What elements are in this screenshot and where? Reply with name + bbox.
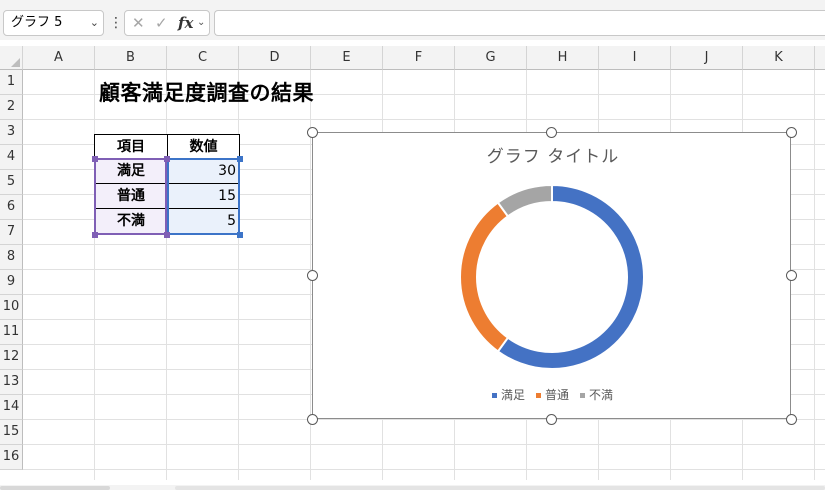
table-header-value[interactable]: 数値 xyxy=(167,134,240,159)
column-header-d[interactable]: D xyxy=(239,46,311,70)
chart-resize-handle-top-left[interactable] xyxy=(307,127,318,138)
table-cell-value-dissatisfied[interactable]: 5 xyxy=(167,208,240,235)
chart-canvas: グラフ タイトル 満足 普通 不満 xyxy=(459,147,645,402)
range-resize-handle[interactable] xyxy=(92,156,98,162)
doughnut-chart[interactable]: グラフ タイトル 満足 普通 不満 xyxy=(312,132,791,419)
doughnut-slices xyxy=(459,183,645,370)
formula-buttons: ✕ ✓ fx ⌄ xyxy=(124,10,210,36)
table-cell-value-neutral[interactable]: 15 xyxy=(167,183,240,209)
doughnut-slice-0[interactable] xyxy=(496,183,645,370)
column-header-partial[interactable] xyxy=(815,46,825,70)
column-header-g[interactable]: G xyxy=(455,46,527,70)
chart-resize-handle-right[interactable] xyxy=(786,270,797,281)
range-resize-handle[interactable] xyxy=(237,156,243,162)
range-resize-handle[interactable] xyxy=(164,232,170,238)
name-box[interactable]: グラフ 5 ⌄ xyxy=(3,10,104,36)
enter-icon[interactable]: ✓ xyxy=(155,11,168,35)
formula-bar: グラフ 5 ⌄ ⋮ ✕ ✓ fx ⌄ xyxy=(0,8,825,40)
name-box-value: グラフ 5 xyxy=(11,15,63,30)
row-header-9[interactable]: 9 xyxy=(0,270,23,295)
horizontal-scrollbar[interactable] xyxy=(0,485,825,490)
doughnut-slice-1[interactable] xyxy=(459,201,510,353)
column-header-k[interactable]: K xyxy=(743,46,815,70)
row-header-6[interactable]: 6 xyxy=(0,195,23,220)
row-header-16[interactable]: 16 xyxy=(0,445,23,470)
row-header-10[interactable]: 10 xyxy=(0,295,23,320)
table-header-item[interactable]: 項目 xyxy=(94,134,168,159)
chevron-down-icon[interactable]: ⌄ xyxy=(197,11,205,35)
select-all-corner[interactable] xyxy=(0,46,23,70)
gridline xyxy=(23,469,825,470)
chart-resize-handle-bottom-left[interactable] xyxy=(307,414,318,425)
column-header-j[interactable]: J xyxy=(671,46,743,70)
more-options-icon[interactable]: ⋮ xyxy=(109,12,123,36)
legend-label-2[interactable]: 不満 xyxy=(589,388,613,402)
formula-input[interactable] xyxy=(214,10,825,36)
row-header-13[interactable]: 13 xyxy=(0,370,23,395)
row-header-5[interactable]: 5 xyxy=(0,170,23,195)
row-header-3[interactable]: 3 xyxy=(0,120,23,145)
column-header-h[interactable]: H xyxy=(527,46,599,70)
table-cell-item-satisfied[interactable]: 満足 xyxy=(94,158,168,184)
column-header-c[interactable]: C xyxy=(167,46,239,70)
table-cell-value-satisfied[interactable]: 30 xyxy=(167,158,240,184)
range-resize-handle[interactable] xyxy=(92,232,98,238)
range-resize-handle[interactable] xyxy=(164,156,170,162)
chart-legend[interactable]: 満足 普通 不満 xyxy=(492,388,613,402)
doughnut-slice-2[interactable] xyxy=(496,183,553,218)
gridline xyxy=(23,444,825,445)
insert-function-icon[interactable]: fx xyxy=(178,11,193,35)
table-cell-item-neutral[interactable]: 普通 xyxy=(94,183,168,209)
row-header-2[interactable]: 2 xyxy=(0,95,23,120)
legend-swatch-1 xyxy=(536,393,541,398)
chart-resize-handle-left[interactable] xyxy=(307,270,318,281)
legend-swatch-0 xyxy=(492,393,497,398)
scrollbar-thumb[interactable] xyxy=(175,486,825,490)
cancel-icon[interactable]: ✕ xyxy=(132,11,145,35)
row-header-8[interactable]: 8 xyxy=(0,245,23,270)
column-header-i[interactable]: I xyxy=(599,46,671,70)
column-header-b[interactable]: B xyxy=(95,46,167,70)
column-header-a[interactable]: A xyxy=(23,46,95,70)
table-cell-item-dissatisfied[interactable]: 不満 xyxy=(94,208,168,235)
range-resize-handle[interactable] xyxy=(237,232,243,238)
row-header-7[interactable]: 7 xyxy=(0,220,23,245)
column-header-e[interactable]: E xyxy=(311,46,383,70)
legend-label-1[interactable]: 普通 xyxy=(545,388,569,402)
gridline xyxy=(23,119,825,120)
column-header-f[interactable]: F xyxy=(383,46,455,70)
chevron-down-icon[interactable]: ⌄ xyxy=(90,11,99,35)
row-header-14[interactable]: 14 xyxy=(0,395,23,420)
chart-resize-handle-top-right[interactable] xyxy=(786,127,797,138)
row-header-15[interactable]: 15 xyxy=(0,420,23,445)
sheet-title[interactable]: 顧客満足度調査の結果 xyxy=(99,77,314,107)
chart-resize-handle-top[interactable] xyxy=(546,127,557,138)
row-header-12[interactable]: 12 xyxy=(0,345,23,370)
legend-swatch-2 xyxy=(580,393,585,398)
chart-resize-handle-bottom-right[interactable] xyxy=(786,414,797,425)
legend-label-0[interactable]: 満足 xyxy=(501,388,525,402)
window-top-strip xyxy=(0,0,825,8)
chart-resize-handle-bottom[interactable] xyxy=(546,414,557,425)
row-header-4[interactable]: 4 xyxy=(0,145,23,170)
select-all-triangle-icon xyxy=(11,58,20,67)
row-header-1[interactable]: 1 xyxy=(0,70,23,95)
sheet-tab-area[interactable] xyxy=(0,486,110,490)
row-header-11[interactable]: 11 xyxy=(0,320,23,345)
chart-title[interactable]: グラフ タイトル xyxy=(487,147,619,167)
